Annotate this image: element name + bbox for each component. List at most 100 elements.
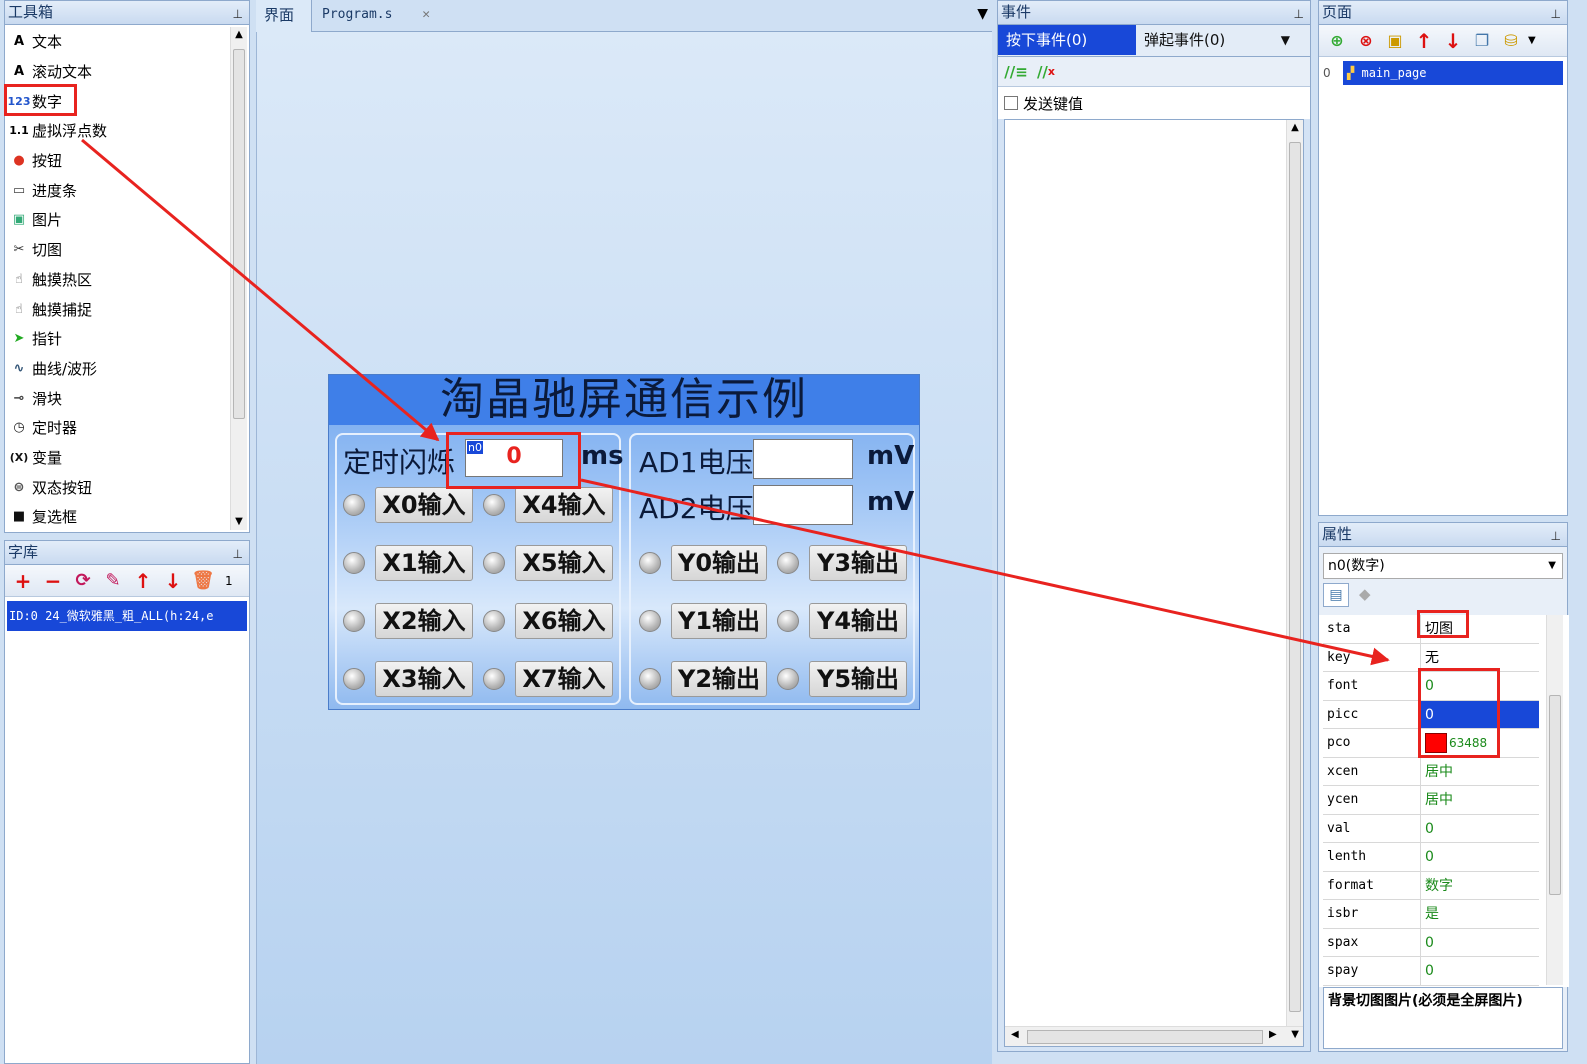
tab-program[interactable]: Program.s ✕ bbox=[314, 0, 438, 32]
property-value[interactable]: 0 bbox=[1421, 929, 1539, 957]
property-row-spay[interactable]: spay 0 bbox=[1323, 957, 1539, 986]
property-row-pco[interactable]: pco 63488 bbox=[1323, 729, 1539, 758]
property-value[interactable]: 无 bbox=[1421, 644, 1539, 672]
uncomment-icon[interactable]: //x bbox=[1034, 60, 1058, 84]
property-row-picc[interactable]: picc 0 bbox=[1323, 700, 1539, 729]
scroll-down-icon[interactable]: ▼ bbox=[231, 514, 247, 530]
refresh-icon[interactable]: ⟳ bbox=[71, 569, 95, 593]
editor-hscroll[interactable]: ◀ ▶ ▼ bbox=[1005, 1026, 1303, 1046]
property-value[interactable]: 0 bbox=[1421, 843, 1539, 871]
toolbox-item-text[interactable]: A 文本 bbox=[5, 27, 229, 57]
property-row-isbr[interactable]: isbr 是 bbox=[1323, 900, 1539, 929]
toolbox-item-variable[interactable]: (X) 变量 bbox=[5, 443, 229, 473]
io-button[interactable]: X7输入 bbox=[515, 661, 613, 697]
io-button[interactable]: X0输入 bbox=[375, 487, 473, 523]
property-row-val[interactable]: val 0 bbox=[1323, 814, 1539, 843]
close-icon[interactable]: ✕ bbox=[422, 7, 430, 22]
page-down-icon[interactable]: ↓ bbox=[1441, 29, 1465, 53]
io-button[interactable]: Y1输出 bbox=[671, 603, 767, 639]
tab-interface[interactable]: 界面 bbox=[256, 0, 312, 32]
property-row-key[interactable]: key 无 bbox=[1323, 643, 1539, 672]
comment-icon[interactable]: //≡ bbox=[1004, 60, 1028, 84]
scroll-thumb[interactable] bbox=[233, 49, 245, 419]
import-page-icon[interactable]: ▣ bbox=[1383, 29, 1407, 53]
io-button[interactable]: X1输入 bbox=[375, 545, 473, 581]
page-up-icon[interactable]: ↑ bbox=[1412, 29, 1436, 53]
pin-icon[interactable]: ⊥ bbox=[1551, 3, 1561, 25]
event-code-editor[interactable]: ▲ ◀ ▶ ▼ bbox=[1004, 119, 1304, 1047]
property-row-ycen[interactable]: ycen 居中 bbox=[1323, 786, 1539, 815]
property-value[interactable]: 0 bbox=[1421, 700, 1539, 728]
toolbox-scrollbar[interactable]: ▲ ▼ bbox=[230, 27, 247, 530]
fontlib-entry[interactable]: ID:0 24_微软雅黑_粗_ALL(h:24,e bbox=[7, 601, 247, 631]
toolbox-item-slider[interactable]: ⊸ 滑块 bbox=[5, 383, 229, 413]
io-button[interactable]: X5输入 bbox=[515, 545, 613, 581]
property-pages-icon[interactable]: ◆ bbox=[1354, 585, 1376, 603]
color-swatch[interactable] bbox=[1425, 733, 1447, 753]
io-button[interactable]: Y5输出 bbox=[809, 661, 907, 697]
toolbox-item-float[interactable]: 1.1 虚拟浮点数 bbox=[5, 116, 229, 146]
remove-icon[interactable]: − bbox=[41, 569, 65, 593]
io-button[interactable]: Y2输出 bbox=[671, 661, 767, 697]
page-item-selected[interactable]: ▞ main_page bbox=[1343, 61, 1563, 85]
io-button[interactable]: X6输入 bbox=[515, 603, 613, 639]
pin-icon[interactable]: ⊥ bbox=[233, 543, 243, 565]
export-page-icon[interactable]: ⛁ bbox=[1499, 29, 1523, 53]
move-up-icon[interactable]: ↑ bbox=[131, 569, 155, 593]
scroll-up-icon[interactable]: ▲ bbox=[1287, 120, 1303, 136]
property-value[interactable]: 切图 bbox=[1421, 615, 1539, 643]
scroll-down-icon[interactable]: ▼ bbox=[1291, 1029, 1299, 1040]
pin-icon[interactable]: ⊥ bbox=[1294, 3, 1304, 25]
io-button[interactable]: X4输入 bbox=[515, 487, 613, 523]
property-value[interactable]: 0 bbox=[1421, 957, 1539, 985]
toolbox-item-number[interactable]: 123 数字 bbox=[5, 86, 229, 116]
scroll-left-icon[interactable]: ◀ bbox=[1011, 1029, 1019, 1040]
tab-dropdown-icon[interactable]: ▼ bbox=[977, 6, 988, 22]
hscroll-thumb[interactable] bbox=[1027, 1030, 1263, 1044]
property-value[interactable]: 居中 bbox=[1421, 786, 1539, 814]
io-button[interactable]: Y3输出 bbox=[809, 545, 907, 581]
page-list-item[interactable]: 0 ▞ main_page bbox=[1323, 61, 1563, 85]
delete-icon[interactable]: 🗑 bbox=[191, 569, 215, 593]
send-key-checkbox[interactable] bbox=[1004, 96, 1018, 110]
property-value[interactable]: 63488 bbox=[1421, 729, 1539, 757]
toolbox-item-pointer[interactable]: ➤ 指针 bbox=[5, 324, 229, 354]
ad1-value-box[interactable] bbox=[753, 439, 853, 479]
toolbox-item-picture[interactable]: ▣ 图片 bbox=[5, 205, 229, 235]
toolbox-item-scroll-text[interactable]: A 滚动文本 bbox=[5, 57, 229, 87]
property-row-font[interactable]: font 0 bbox=[1323, 672, 1539, 701]
tab-release-event[interactable]: 弹起事件(0) ▼ bbox=[1136, 25, 1296, 55]
delete-page-icon[interactable]: ⊗ bbox=[1354, 29, 1378, 53]
toolbox-item-crop[interactable]: ✂ 切图 bbox=[5, 235, 229, 265]
add-page-icon[interactable]: ⊕ bbox=[1325, 29, 1349, 53]
property-row-sta[interactable]: sta 切图 bbox=[1323, 615, 1539, 644]
property-row-xcen[interactable]: xcen 居中 bbox=[1323, 757, 1539, 786]
property-value[interactable]: 居中 bbox=[1421, 758, 1539, 786]
io-button[interactable]: Y0输出 bbox=[671, 545, 767, 581]
chevron-down-icon[interactable]: ▼ bbox=[1548, 554, 1556, 578]
toolbox-item-dual-state-button[interactable]: ⊜ 双态按钮 bbox=[5, 472, 229, 502]
number-component-n0[interactable]: n0 0 bbox=[465, 439, 563, 477]
toolbar-more-icon[interactable]: ▼ bbox=[1528, 35, 1536, 46]
chevron-down-icon[interactable]: ▼ bbox=[1281, 25, 1290, 55]
categorized-view-icon[interactable]: ▤ bbox=[1323, 583, 1349, 607]
property-row-spax[interactable]: spax 0 bbox=[1323, 928, 1539, 957]
property-row-lenth[interactable]: lenth 0 bbox=[1323, 843, 1539, 872]
editor-vscroll[interactable]: ▲ bbox=[1286, 120, 1303, 1026]
add-icon[interactable]: + bbox=[11, 569, 35, 593]
properties-scrollbar[interactable] bbox=[1546, 615, 1563, 985]
toolbox-item-touch-capture[interactable]: ☝ 触摸捕捉 bbox=[5, 294, 229, 324]
toolbox-item-checkbox[interactable]: ■ 复选框 bbox=[5, 502, 229, 532]
pin-icon[interactable]: ⊥ bbox=[233, 3, 243, 25]
toolbox-item-button[interactable]: ● 按钮 bbox=[5, 146, 229, 176]
toolbox-item-waveform[interactable]: ∿ 曲线/波形 bbox=[5, 354, 229, 384]
tab-press-event[interactable]: 按下事件(0) bbox=[998, 25, 1136, 55]
property-value[interactable]: 0 bbox=[1421, 672, 1539, 700]
pin-icon[interactable]: ⊥ bbox=[1551, 525, 1561, 547]
io-button[interactable]: X3输入 bbox=[375, 661, 473, 697]
toolbox-item-progress-bar[interactable]: ▭ 进度条 bbox=[5, 175, 229, 205]
toolbox-item-touch-area[interactable]: ☝ 触摸热区 bbox=[5, 265, 229, 295]
property-value[interactable]: 数字 bbox=[1421, 872, 1539, 900]
component-selector[interactable]: n0(数字) ▼ bbox=[1323, 553, 1563, 579]
io-button[interactable]: X2输入 bbox=[375, 603, 473, 639]
